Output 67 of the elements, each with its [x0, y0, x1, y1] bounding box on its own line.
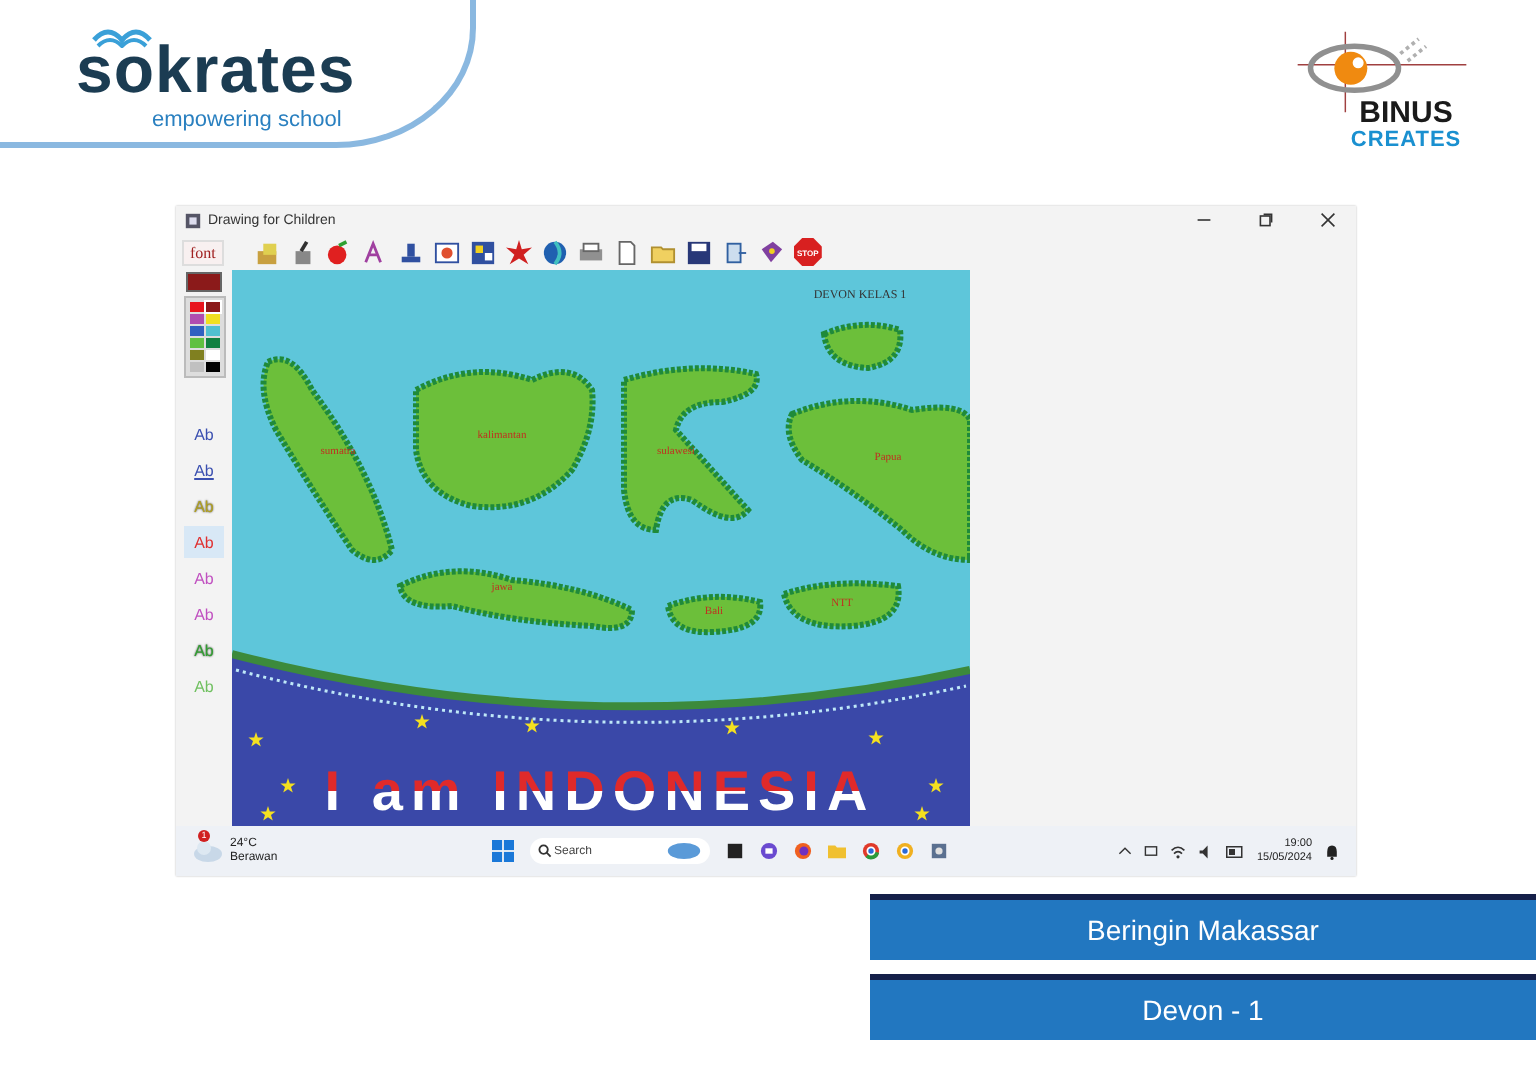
app-icon: [184, 211, 202, 229]
picture-icon[interactable]: [433, 239, 460, 265]
text-style-item[interactable]: Ab: [184, 454, 224, 486]
export-icon[interactable]: [721, 239, 748, 265]
color-swatch[interactable]: [189, 302, 203, 312]
color-swatch[interactable]: [205, 314, 219, 324]
bell-icon[interactable]: [1324, 843, 1340, 859]
brand-tagline: empowering school: [152, 108, 342, 132]
color-swatch[interactable]: [205, 338, 219, 348]
color-swatch[interactable]: [205, 326, 219, 336]
star-shape: [868, 730, 884, 745]
partner-name: BINUS: [1359, 100, 1453, 128]
search-icon: [538, 844, 552, 858]
brand-name: sokrates: [76, 36, 356, 104]
island-shape: [821, 321, 904, 371]
letters-tool-icon[interactable]: [361, 239, 388, 265]
chevron-up-icon[interactable]: [1118, 844, 1133, 858]
blank-page-icon[interactable]: [613, 239, 640, 265]
star-shape: [914, 806, 930, 821]
text-style-item[interactable]: Ab: [184, 526, 224, 558]
star-shape: [414, 714, 430, 729]
color-swatch[interactable]: [189, 362, 203, 372]
color-swatch[interactable]: [189, 314, 203, 324]
grid-icon[interactable]: [469, 239, 496, 265]
text-style-item[interactable]: Ab: [184, 598, 224, 630]
wifi-icon[interactable]: [1170, 843, 1187, 859]
color-swatch[interactable]: [189, 338, 203, 348]
text-style-item[interactable]: Ab: [184, 418, 224, 450]
stamp-icon[interactable]: [397, 239, 424, 265]
browser-icon[interactable]: [794, 842, 812, 860]
printer-icon[interactable]: [577, 239, 604, 265]
color-swatch[interactable]: [189, 326, 203, 336]
star-shape: [260, 806, 276, 821]
slogan-text: I am INDONESIA: [324, 760, 876, 822]
title-banner: Beringin Makassar: [870, 894, 1536, 960]
browser-icon[interactable]: [896, 842, 914, 860]
color-swatch[interactable]: [205, 362, 219, 372]
island-shape: [665, 593, 764, 636]
font-button[interactable]: font: [182, 239, 224, 265]
color-swatch[interactable]: [189, 350, 203, 360]
restore-icon[interactable]: [1258, 212, 1274, 228]
star-shape: [524, 718, 540, 733]
partner-subtitle: CREATES: [1350, 128, 1462, 152]
battery-icon[interactable]: [1226, 845, 1245, 857]
paint-app-icon[interactable]: [930, 842, 948, 860]
cloud-icon: [192, 837, 224, 861]
island-shape: [781, 580, 902, 630]
star-shape: [280, 778, 296, 793]
apple-icon[interactable]: [325, 239, 352, 265]
display-icon[interactable]: [1144, 844, 1159, 858]
save-icon[interactable]: [685, 239, 712, 265]
swirl-ball-icon[interactable]: [541, 239, 568, 265]
starburst-icon[interactable]: [505, 239, 532, 265]
task-view-icon[interactable]: [726, 842, 744, 860]
star-shape: [928, 778, 944, 793]
chat-icon[interactable]: [760, 842, 778, 860]
book-wave-icon: [92, 24, 152, 48]
start-icon[interactable]: [492, 840, 514, 862]
text-style-item[interactable]: Ab: [184, 562, 224, 594]
close-icon[interactable]: [1320, 212, 1336, 228]
browser-icon[interactable]: [862, 842, 880, 860]
star-shape: [724, 720, 740, 735]
star-shape: [248, 732, 264, 747]
color-swatch[interactable]: [205, 302, 219, 312]
text-style-item[interactable]: Ab: [184, 634, 224, 666]
title-banner: Devon - 1: [870, 974, 1536, 1040]
color-swatch[interactable]: [205, 350, 219, 360]
